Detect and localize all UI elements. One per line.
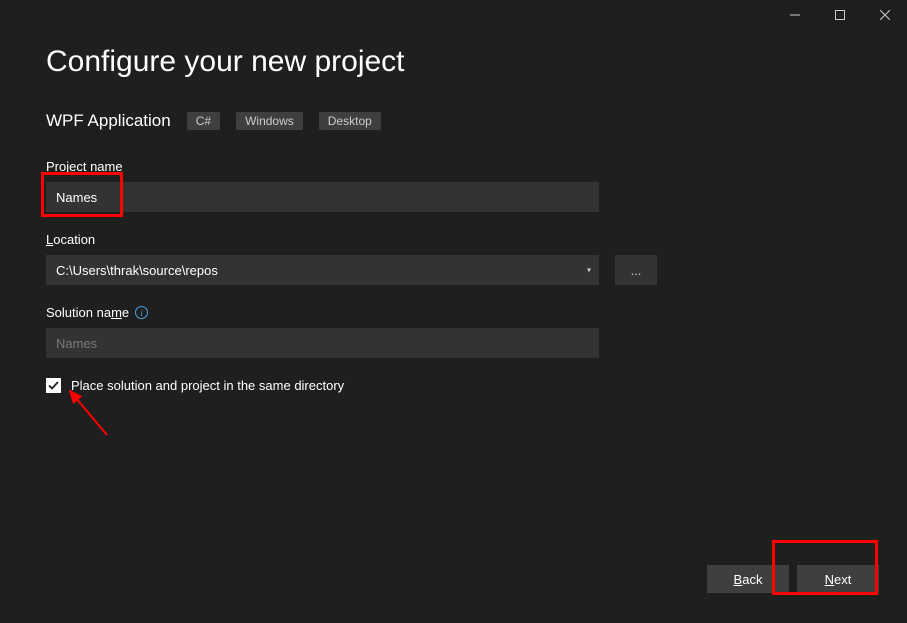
annotation-arrow — [62, 385, 122, 440]
solution-name-label: Solution name i — [46, 305, 861, 320]
maximize-button[interactable] — [817, 0, 862, 30]
location-input[interactable] — [46, 255, 599, 285]
tag-windows: Windows — [236, 112, 303, 130]
page-title: Configure your new project — [46, 45, 861, 79]
minimize-button[interactable] — [772, 0, 817, 30]
close-button[interactable] — [862, 0, 907, 30]
footer-buttons: Back Next — [707, 565, 879, 593]
check-icon — [48, 380, 59, 391]
back-button[interactable]: Back — [707, 565, 789, 593]
browse-button[interactable]: ... — [615, 255, 657, 285]
tag-desktop: Desktop — [319, 112, 381, 130]
same-directory-checkbox[interactable] — [46, 378, 61, 393]
project-name-label: Project name — [46, 159, 861, 174]
solution-name-input[interactable] — [46, 328, 599, 358]
close-icon — [880, 10, 890, 20]
info-icon[interactable]: i — [135, 306, 148, 319]
location-label: Location — [46, 232, 861, 247]
minimize-icon — [790, 10, 800, 20]
same-directory-label: Place solution and project in the same d… — [71, 378, 344, 393]
template-name: WPF Application — [46, 111, 171, 131]
template-row: WPF Application C# Windows Desktop — [46, 111, 861, 131]
window-titlebar — [772, 0, 907, 30]
project-name-input[interactable] — [46, 182, 599, 212]
next-button[interactable]: Next — [797, 565, 879, 593]
maximize-icon — [835, 10, 845, 20]
tag-csharp: C# — [187, 112, 220, 130]
